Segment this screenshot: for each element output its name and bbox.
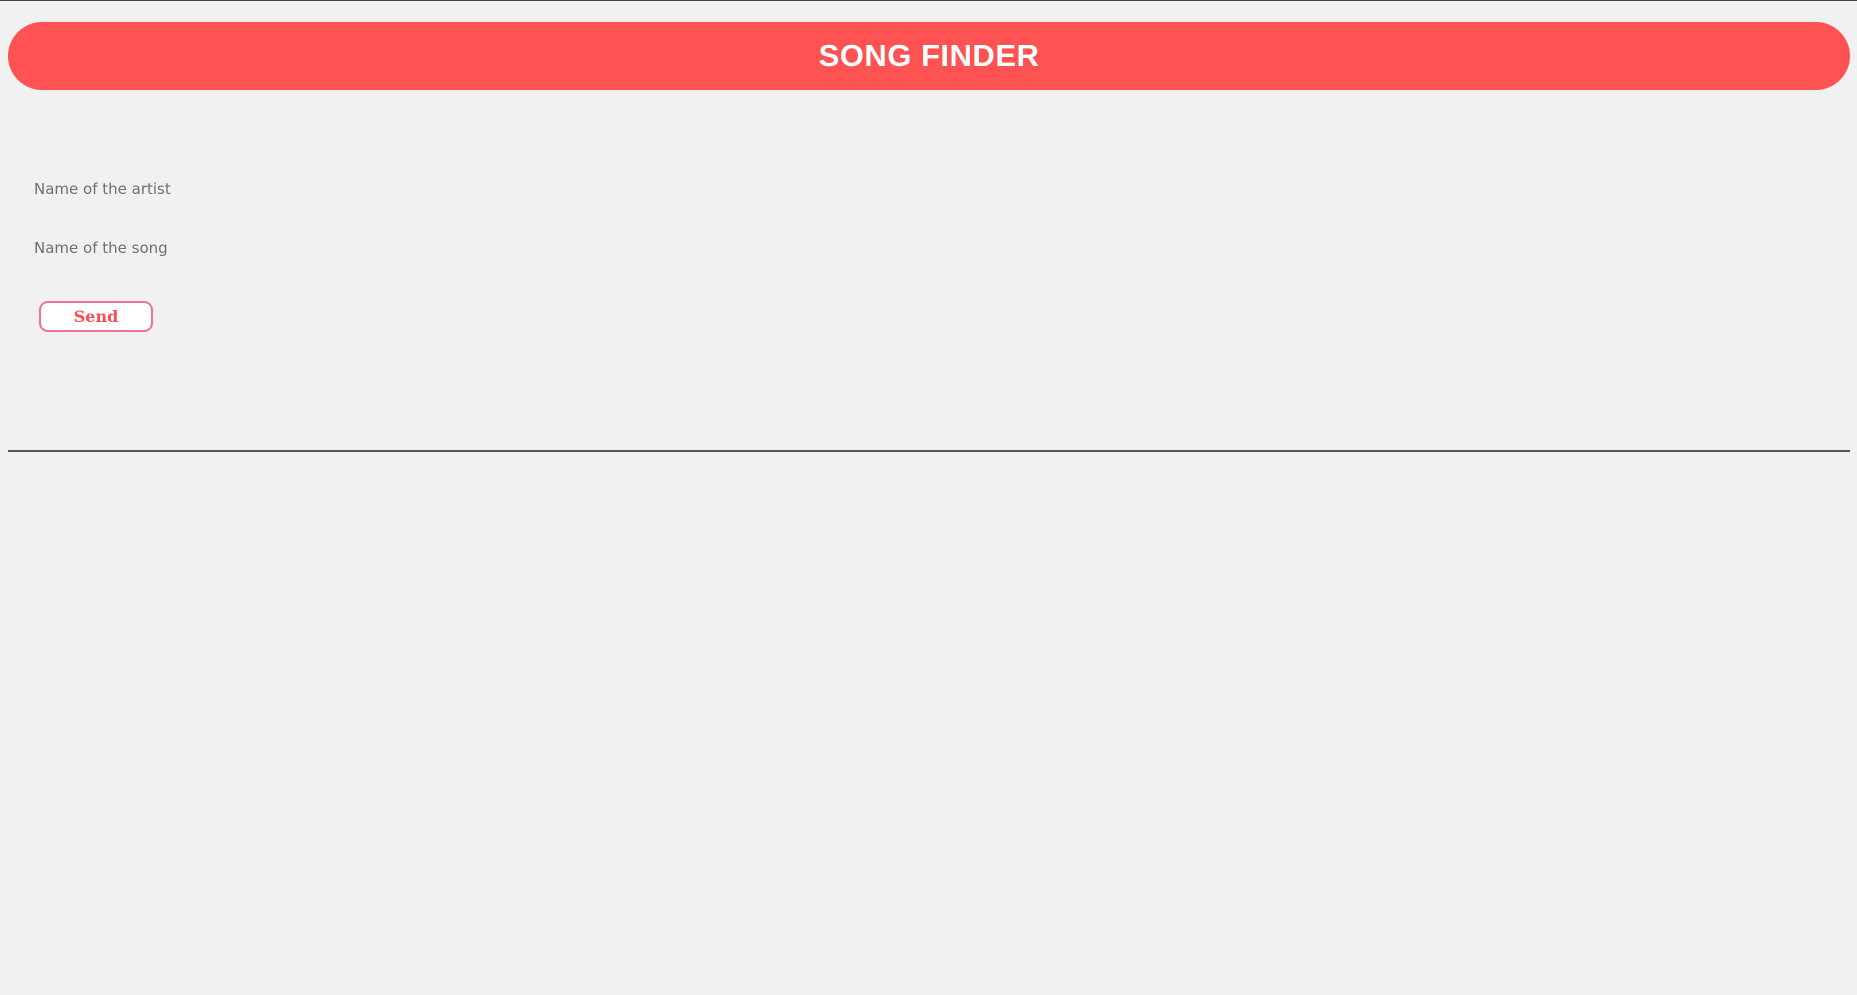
song-name-input[interactable]	[34, 235, 454, 261]
top-border-line	[0, 0, 1857, 1]
send-button[interactable]: Send	[39, 301, 153, 332]
results-divider	[8, 450, 1850, 452]
page-title: SONG FINDER	[818, 38, 1040, 73]
app-header: SONG FINDER	[8, 22, 1850, 90]
artist-name-input[interactable]	[34, 176, 454, 202]
